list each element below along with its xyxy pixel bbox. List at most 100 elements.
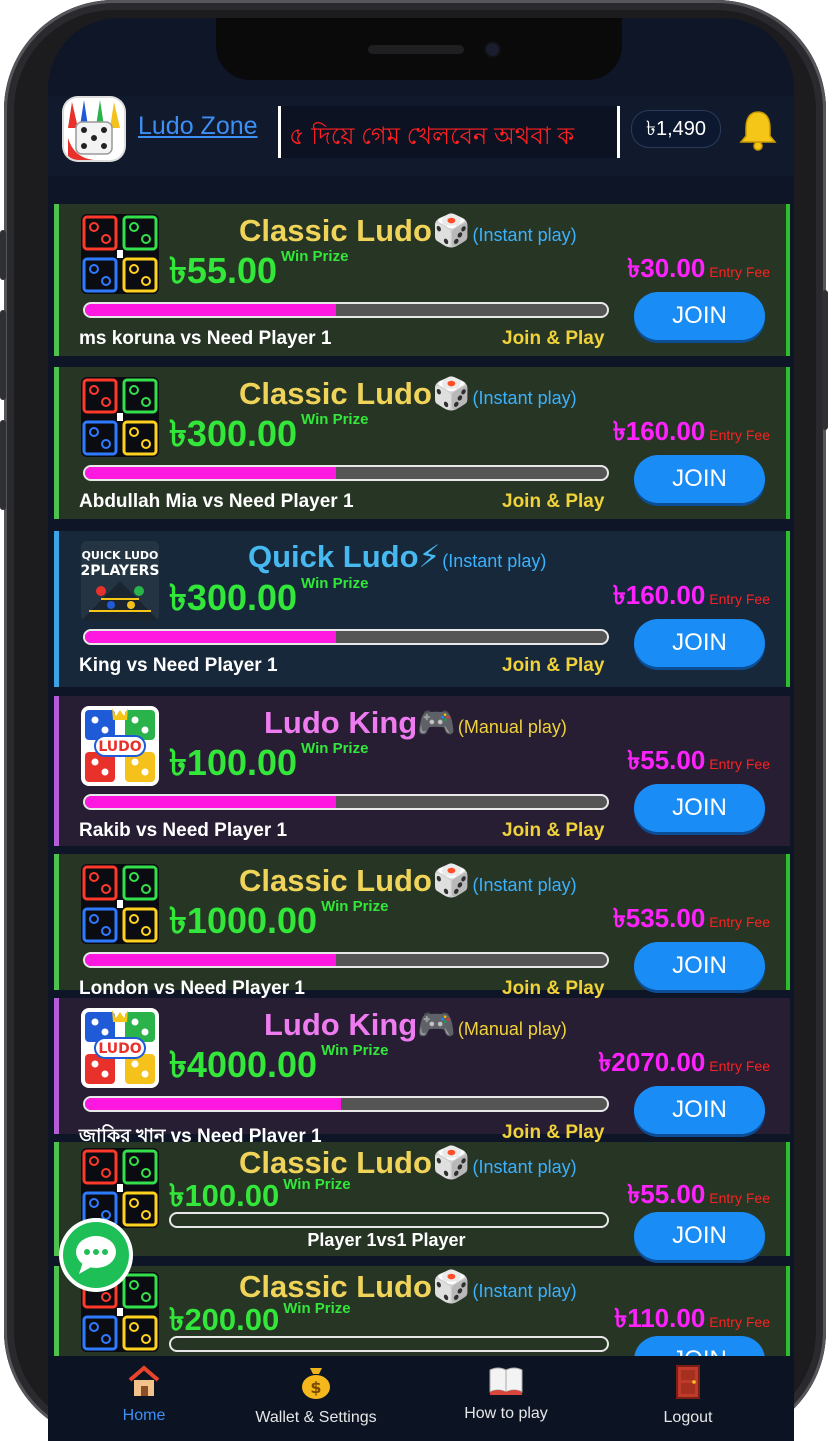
nav-home-label: Home <box>122 1407 166 1424</box>
join-button[interactable]: JOIN <box>634 942 765 990</box>
play-mode: (Instant play) <box>472 875 577 895</box>
nav-wallet[interactable]: $ Wallet & Settings <box>246 1364 386 1427</box>
phone-frame: Ludo Zone ৫ দিয়ে গেম খেলবেন অথবা ক ৳1,4… <box>0 0 828 1441</box>
nav-logout[interactable]: Logout <box>648 1364 728 1427</box>
game-title-text: Ludo King <box>264 705 418 740</box>
classic-ludo-thumbnail <box>81 1148 159 1228</box>
entry-fee-amount: ৳160.00 <box>612 580 706 610</box>
tournament-card: Classic Ludo🎲 (Instant play) ৳1000.00 Win … <box>54 854 790 999</box>
entry-fee-label: Entry Fee <box>709 591 770 607</box>
entry-fee-amount: ৳535.00 <box>612 903 706 933</box>
entry-fee-label: Entry Fee <box>709 756 770 772</box>
tournament-list[interactable]: Classic Ludo🎲 (Instant play) ৳55.00 Win Pr… <box>48 176 794 1356</box>
classic-ludo-thumbnail <box>81 377 159 457</box>
win-prize: ৳55.00 Win Prize <box>169 244 348 304</box>
entry-fee-amount: ৳2070.00 <box>598 1047 706 1077</box>
volume-up-button <box>0 310 6 400</box>
screen: Ludo Zone ৫ দিয়ে গেম খেলবেন অথবা ক ৳1,4… <box>48 18 794 1441</box>
join-and-play-link[interactable]: Join & Play <box>502 820 604 842</box>
game-title-text: Quick Ludo <box>248 539 419 574</box>
book-icon <box>489 1367 523 1395</box>
chat-icon[interactable] <box>59 1218 133 1292</box>
entry-fee-amount: ৳30.00 <box>627 253 706 283</box>
game-title: Quick Ludo⚡ (Instant play) <box>248 539 546 575</box>
side-button <box>0 230 6 280</box>
game-emoji-icon: ⚡ <box>418 539 441 574</box>
entry-fee-label: Entry Fee <box>709 1058 770 1074</box>
door-icon <box>676 1365 700 1399</box>
win-prize-label: Win Prize <box>301 740 369 757</box>
player-progress-fill <box>85 1098 341 1110</box>
join-and-play-link[interactable]: Join & Play <box>502 491 604 513</box>
speaker <box>368 45 464 54</box>
join-button[interactable]: JOIN <box>634 1212 765 1260</box>
svg-text:2PLAYERS: 2PLAYERS <box>81 563 159 579</box>
win-prize-label: Win Prize <box>281 248 349 265</box>
join-and-play-link[interactable]: Join & Play <box>502 328 604 350</box>
classic-ludo-thumbnail <box>81 864 159 944</box>
entry-fee: ৳160.00 Entry Fee <box>613 575 770 619</box>
game-title-text: Ludo King <box>264 1007 418 1042</box>
player-progress-bar <box>83 1096 609 1112</box>
play-mode: (Manual play) <box>457 717 567 737</box>
tournament-card: Classic Ludo🎲 (Instant play) ৳200.00 Win P… <box>54 1266 790 1356</box>
players-label: King vs Need Player 1 <box>79 655 278 676</box>
join-button[interactable]: JOIN <box>634 292 765 340</box>
player-progress-fill <box>85 631 336 643</box>
marquee-text: ৫ দিয়ে গেম খেলবেন অথবা ক <box>289 123 575 150</box>
balance-badge[interactable]: ৳1,490 <box>631 110 722 148</box>
tournament-card: LUDO Ludo King🎮 (Manual play) ৳4000.00 Win… <box>54 998 790 1147</box>
volume-down-button <box>0 420 6 510</box>
game-emoji-icon: 🎲 <box>431 863 471 898</box>
ludo-logo-icon[interactable] <box>64 98 124 160</box>
svg-text:QUICK LUDO: QUICK LUDO <box>82 549 159 562</box>
win-prize: ৳100.00 Win Prize <box>169 736 368 796</box>
win-prize-amount: ৳300.00 <box>169 413 298 454</box>
notch <box>216 18 622 80</box>
join-button[interactable]: JOIN <box>634 784 765 832</box>
join-and-play-link[interactable]: Join & Play <box>502 1122 604 1144</box>
join-and-play-link[interactable]: Join & Play <box>502 655 604 677</box>
nav-how-to-play[interactable]: How to play <box>456 1364 556 1423</box>
play-mode: (Instant play) <box>472 225 577 245</box>
svg-text:$: $ <box>310 1378 321 1397</box>
game-emoji-icon: 🎮 <box>417 1007 456 1042</box>
player-progress-fill <box>85 467 336 479</box>
player-progress-bar <box>169 1336 609 1352</box>
join-and-play-link[interactable]: Join & Play <box>502 978 604 1000</box>
nav-home[interactable]: Home <box>114 1364 174 1425</box>
join-button[interactable]: JOIN <box>634 619 765 667</box>
quick-ludo-thumbnail: QUICK LUDO 2PLAYERS <box>81 541 159 621</box>
tournament-card: Classic Ludo🎲 (Instant play) ৳300.00 Win P… <box>54 367 790 519</box>
svg-text:LUDO: LUDO <box>98 739 141 755</box>
win-prize-label: Win Prize <box>283 1300 351 1317</box>
join-button[interactable]: JOIN <box>634 1336 765 1356</box>
bell-icon[interactable] <box>738 108 778 152</box>
player-progress-bar <box>83 465 609 481</box>
nav-logout-label: Logout <box>663 1409 713 1426</box>
win-prize-label: Win Prize <box>301 575 369 592</box>
players-label: Player 1vs1 Player <box>307 1230 466 1250</box>
player-progress-bar <box>83 952 609 968</box>
play-mode: (Manual play) <box>457 1019 567 1039</box>
join-button[interactable]: JOIN <box>634 1086 765 1134</box>
win-prize-label: Win Prize <box>321 898 389 915</box>
game-title-text: Classic Ludo <box>239 376 432 411</box>
join-button[interactable]: JOIN <box>634 455 765 503</box>
home-icon <box>128 1365 160 1396</box>
win-prize-label: Win Prize <box>321 1042 389 1059</box>
entry-fee-label: Entry Fee <box>709 1190 770 1206</box>
player-progress-fill <box>85 796 336 808</box>
entry-fee: ৳30.00 Entry Fee <box>627 248 770 292</box>
win-prize-amount: ৳100.00 <box>169 1178 280 1213</box>
entry-fee-amount: ৳110.00 <box>614 1303 706 1333</box>
svg-text:LUDO: LUDO <box>98 1041 141 1057</box>
win-prize-amount: ৳300.00 <box>169 577 298 618</box>
brand-link[interactable]: Ludo Zone <box>138 112 258 141</box>
entry-fee: ৳55.00 Entry Fee <box>627 740 770 784</box>
wallet-icon: $ <box>302 1368 330 1399</box>
play-mode: (Instant play) <box>472 1281 577 1301</box>
entry-fee-label: Entry Fee <box>709 1314 770 1330</box>
win-prize-label: Win Prize <box>301 411 369 428</box>
entry-fee: ৳2070.00 Entry Fee <box>598 1042 770 1086</box>
